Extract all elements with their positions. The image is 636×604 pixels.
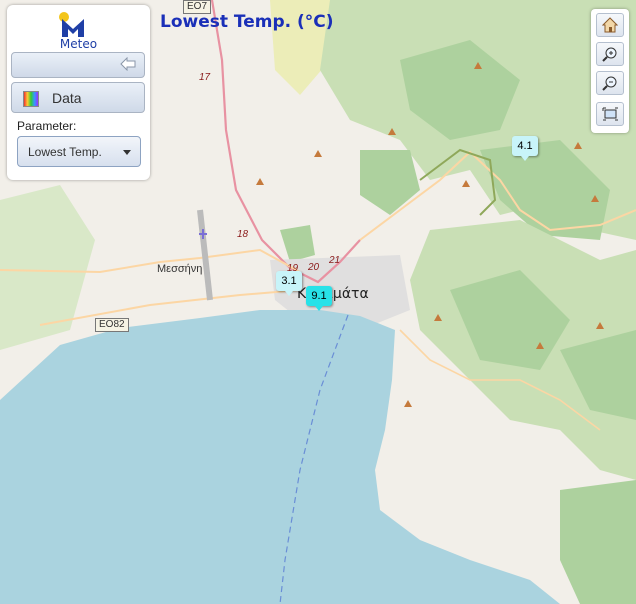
home-button[interactable] — [596, 13, 624, 37]
marker-value: 4.1 — [512, 136, 538, 156]
marker-value: 9.1 — [306, 286, 332, 306]
station-marker[interactable]: 9.1 — [306, 286, 332, 311]
logo-text: Meteo — [59, 37, 98, 51]
station-marker[interactable]: 4.1 — [512, 136, 538, 161]
chevron-down-icon — [123, 150, 131, 155]
home-icon — [602, 17, 618, 33]
map-title: Lowest Temp. (°C) — [160, 12, 334, 32]
map-toolbar — [591, 9, 629, 133]
highway-shield: EO82 — [95, 318, 129, 332]
zoom-extent-icon — [602, 107, 618, 121]
parameter-label: Parameter: — [17, 119, 77, 133]
station-marker[interactable]: 3.1 — [276, 271, 302, 296]
highway-shield: EO7 — [183, 0, 212, 14]
zoom-in-button[interactable] — [596, 42, 624, 66]
collapse-panel-button[interactable] — [11, 52, 145, 78]
road-number-label: 17 — [199, 72, 211, 83]
place-label-messini: Μεσσήνη — [157, 263, 203, 275]
zoom-out-button[interactable] — [596, 71, 624, 95]
data-button[interactable]: Data — [11, 82, 145, 113]
control-panel: Meteo Data Parameter: Lowest Temp. — [7, 5, 150, 180]
arrow-left-icon — [120, 57, 136, 71]
parameter-select-value: Lowest Temp. — [28, 145, 102, 159]
zoom-in-icon — [602, 47, 617, 62]
marker-pointer — [315, 306, 323, 311]
road-number-label: 21 — [329, 255, 341, 266]
zoom-out-icon — [602, 76, 617, 91]
data-button-label: Data — [52, 90, 82, 106]
marker-pointer — [521, 156, 529, 161]
palette-icon — [23, 91, 39, 107]
parameter-select[interactable]: Lowest Temp. — [17, 136, 141, 167]
road-number-label: 20 — [308, 262, 320, 273]
zoom-extent-button[interactable] — [596, 102, 624, 126]
marker-pointer — [285, 291, 293, 296]
road-number-label: 18 — [237, 229, 249, 240]
marker-value: 3.1 — [276, 271, 302, 291]
